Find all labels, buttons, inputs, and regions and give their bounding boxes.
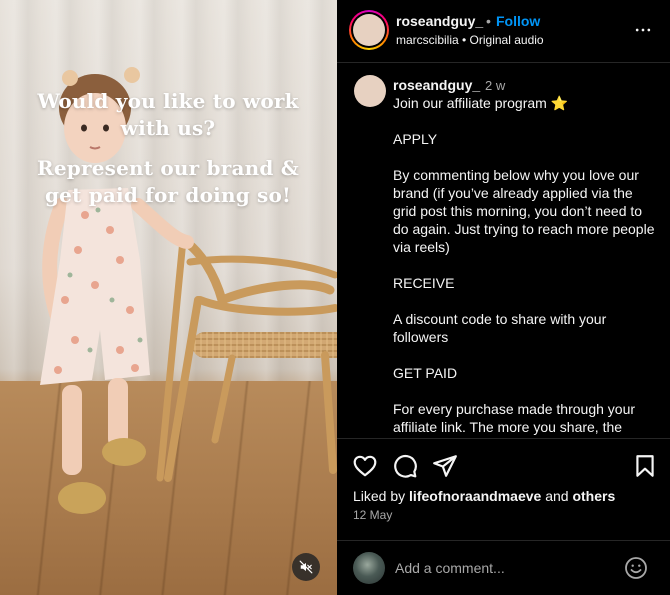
heart-icon[interactable] [352, 453, 378, 479]
header-separator: • [486, 13, 491, 29]
current-user-avatar [353, 552, 385, 584]
caption-paragraph: By commenting below why you love our bra… [393, 167, 655, 255]
caption-avatar[interactable] [354, 75, 386, 107]
overlay-caption-line1: Would you like to work with us? [37, 89, 299, 140]
likes-summary: Liked by lifeofnoraandmaeve and others [353, 488, 615, 504]
rattan-chair [156, 235, 337, 482]
audio-credit[interactable]: marcscibilia • Original audio [396, 33, 544, 47]
caption-paragraph: For every purchase made through your aff… [393, 401, 636, 438]
comment-bar [337, 540, 670, 595]
post-date[interactable]: 12 May [353, 508, 392, 522]
caption-username[interactable]: roseandguy_ [393, 77, 480, 93]
likes-user-link[interactable]: lifeofnoraandmaeve [409, 488, 541, 504]
post-media[interactable]: Would you like to work with us? Represen… [0, 0, 337, 595]
overlay-caption-line2: Represent our brand & get paid for doing… [37, 156, 299, 207]
caption-paragraph: RECEIVE [393, 275, 455, 291]
post-header: roseandguy_ • Follow marcscibilia • Orig… [337, 0, 670, 63]
caption-area[interactable]: roseandguy_ 2 w Join our affiliate progr… [337, 63, 670, 439]
caption-paragraph: APPLY [393, 131, 438, 147]
caption-paragraph: Join our affiliate program ⭐ [393, 95, 569, 111]
likes-and: and [545, 488, 569, 504]
star-emoji: ⭐ [550, 95, 569, 111]
comment-icon[interactable] [392, 453, 418, 479]
likes-others-link[interactable]: others [572, 488, 615, 504]
caption-text: Join our affiliate program ⭐ APPLY By co… [393, 94, 655, 438]
likes-prefix: Liked by [353, 488, 406, 504]
mute-button[interactable] [292, 553, 320, 581]
follow-button[interactable]: Follow [496, 13, 540, 29]
emoji-smile-icon[interactable] [624, 556, 648, 580]
share-icon[interactable] [432, 453, 458, 479]
caption-time: 2 w [485, 78, 506, 93]
comment-input[interactable] [395, 555, 615, 581]
caption-paragraph: A discount code to share with your follo… [393, 311, 607, 345]
post-panel: roseandguy_ • Follow marcscibilia • Orig… [337, 0, 670, 595]
profile-avatar[interactable] [349, 10, 389, 50]
header-username[interactable]: roseandguy_ [396, 13, 483, 29]
more-options-icon[interactable] [633, 20, 653, 40]
speaker-muted-icon [299, 560, 313, 574]
caption-paragraph: GET PAID [393, 365, 458, 381]
avatar-image [353, 14, 385, 46]
bookmark-icon[interactable] [632, 453, 658, 479]
action-bar [337, 440, 670, 495]
